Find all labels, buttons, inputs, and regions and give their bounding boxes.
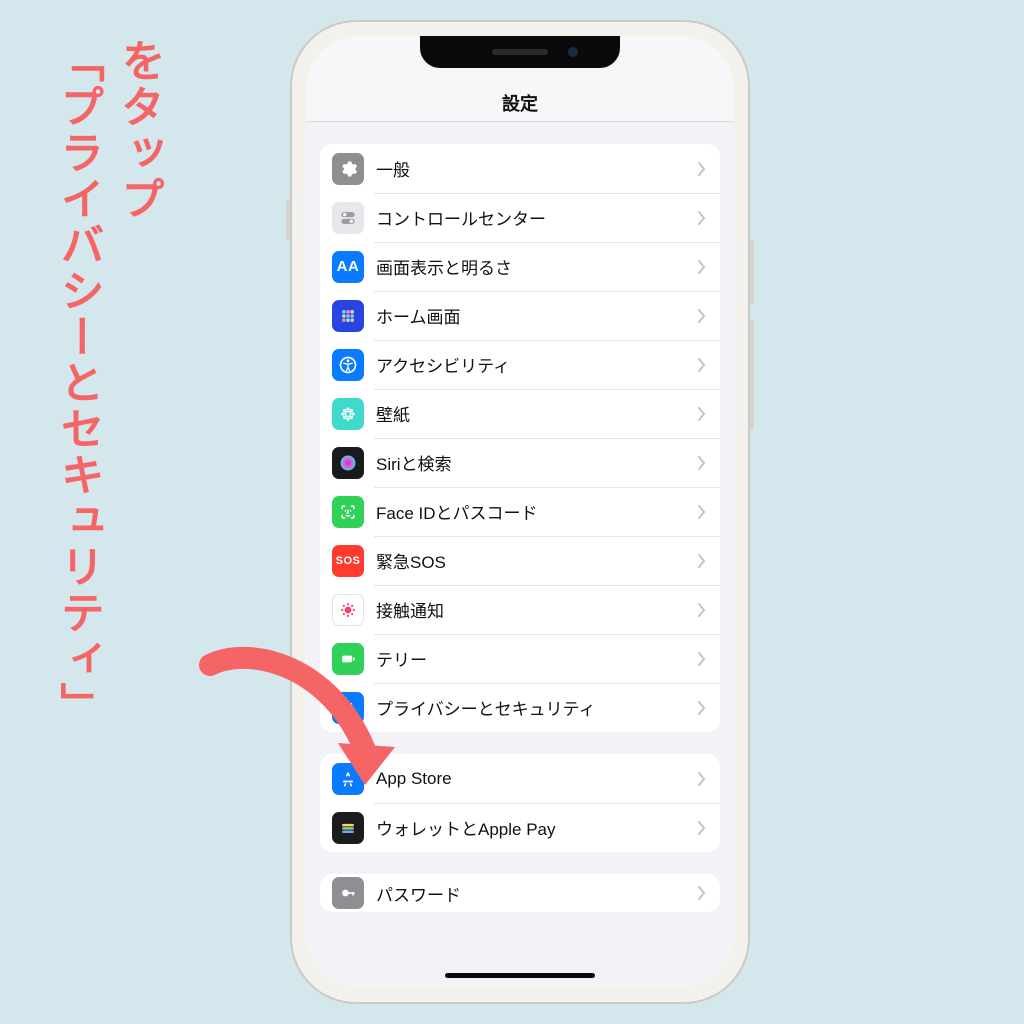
faceid-icon (332, 496, 364, 528)
phone-side-button-right-2 (750, 320, 754, 430)
row-sos[interactable]: SOS 緊急SOS (320, 536, 720, 585)
settings-group: パスワード (320, 874, 720, 912)
row-label: ホーム画面 (376, 303, 698, 328)
settings-group: 一般 コントロールセンター AA 画面表示と明るさ (320, 144, 720, 732)
row-exposure[interactable]: 接触通知 (320, 585, 720, 634)
row-label: 接触通知 (376, 597, 698, 622)
settings-scroll[interactable]: 一般 コントロールセンター AA 画面表示と明るさ (306, 122, 734, 988)
privacy-icon (332, 692, 364, 724)
row-appstore[interactable]: App Store (320, 754, 720, 803)
battery-icon (332, 643, 364, 675)
row-label: テリー (376, 646, 698, 671)
chevron-right-icon (698, 505, 706, 519)
row-siri[interactable]: Siriと検索 (320, 438, 720, 487)
row-label: App Store (376, 769, 698, 789)
row-accessibility[interactable]: アクセシビリティ (320, 340, 720, 389)
phone-side-button-right-1 (750, 240, 754, 304)
row-label: コントロールセンター (376, 205, 698, 230)
chevron-right-icon (698, 603, 706, 617)
annotation-line-2: をタップ (113, 38, 164, 728)
row-control-center[interactable]: コントロールセンター (320, 193, 720, 242)
chevron-right-icon (698, 358, 706, 372)
gear-icon (332, 153, 364, 185)
row-label: 緊急SOS (376, 548, 698, 573)
row-label: 画面表示と明るさ (376, 254, 698, 279)
row-battery[interactable]: テリー (320, 634, 720, 683)
chevron-right-icon (698, 260, 706, 274)
accessibility-icon (332, 349, 364, 381)
row-display[interactable]: AA 画面表示と明るさ (320, 242, 720, 291)
textsize-icon: AA (332, 251, 364, 283)
switches-icon (332, 202, 364, 234)
chevron-right-icon (698, 821, 706, 835)
chevron-right-icon (698, 554, 706, 568)
passwords-icon (332, 877, 364, 909)
row-label: プライバシーとセキュリティ (376, 695, 698, 720)
row-label: 一般 (376, 156, 698, 181)
row-privacy[interactable]: プライバシーとセキュリティ (320, 683, 720, 732)
row-label: 壁紙 (376, 401, 698, 426)
row-wallet[interactable]: ウォレットとApple Pay (320, 803, 720, 852)
settings-group: App Store ウォレットとApple Pay (320, 754, 720, 852)
row-general[interactable]: 一般 (320, 144, 720, 193)
row-label: ウォレットとApple Pay (376, 815, 698, 840)
chevron-right-icon (698, 309, 706, 323)
row-home-screen[interactable]: ホーム画面 (320, 291, 720, 340)
homescreen-icon (332, 300, 364, 332)
appstore-icon (332, 763, 364, 795)
siri-icon (332, 447, 364, 479)
row-label: アクセシビリティ (376, 352, 698, 377)
chevron-right-icon (698, 162, 706, 176)
phone-notch (420, 36, 620, 68)
row-label: パスワード (376, 881, 698, 906)
row-faceid[interactable]: Face IDとパスコード (320, 487, 720, 536)
annotation-line-1: 「プライバシーとセキュリティ」 (52, 38, 103, 728)
exposure-icon (332, 594, 364, 626)
page-title: 設定 (306, 80, 734, 116)
wallet-icon (332, 812, 364, 844)
row-label: Siriと検索 (376, 450, 698, 475)
wallpaper-icon (332, 398, 364, 430)
row-passwords[interactable]: パスワード (320, 874, 720, 912)
row-wallpaper[interactable]: 壁紙 (320, 389, 720, 438)
chevron-right-icon (698, 456, 706, 470)
home-indicator[interactable] (445, 973, 595, 978)
sos-icon: SOS (332, 545, 364, 577)
row-label: Face IDとパスコード (376, 499, 698, 524)
phone-screen: 設定 一般 コントロールセンター (306, 36, 734, 988)
chevron-right-icon (698, 701, 706, 715)
chevron-right-icon (698, 211, 706, 225)
instruction-annotation: 「プライバシーとセキュリティ」 をタップ (52, 38, 163, 728)
chevron-right-icon (698, 407, 706, 421)
chevron-right-icon (698, 652, 706, 666)
phone-frame: 設定 一般 コントロールセンター (290, 20, 750, 1004)
phone-side-button-left (286, 200, 290, 240)
chevron-right-icon (698, 886, 706, 900)
chevron-right-icon (698, 772, 706, 786)
